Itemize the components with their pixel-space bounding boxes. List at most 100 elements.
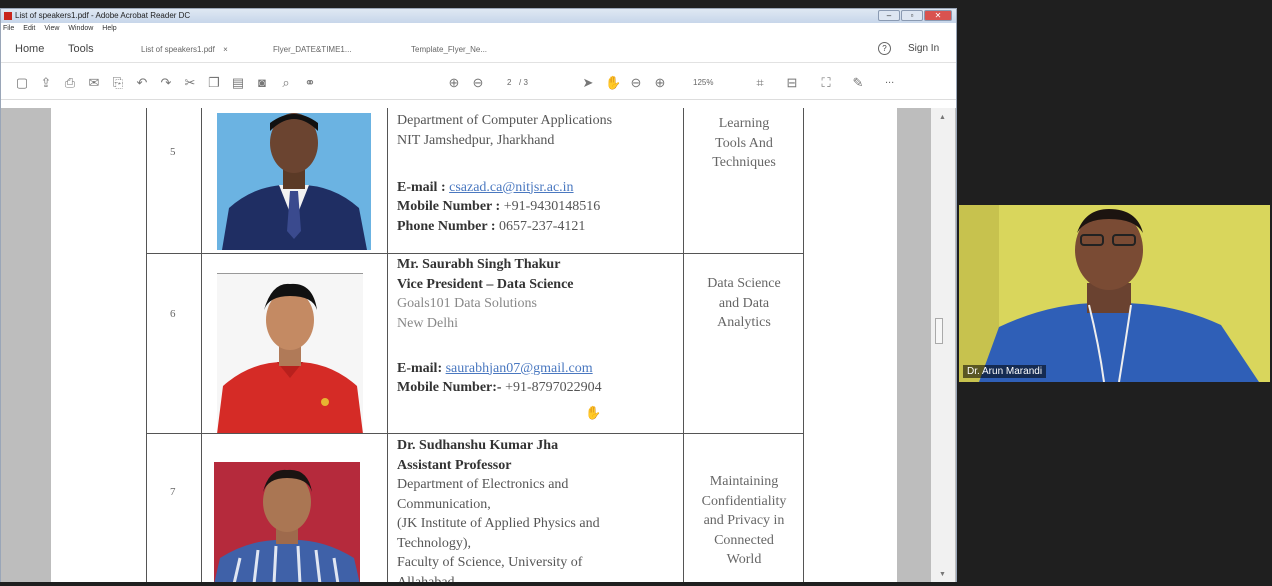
- info-line: Communication,: [397, 496, 491, 512]
- serial-number: 6: [170, 308, 176, 320]
- info-line: Technology),: [397, 535, 472, 551]
- speaker-info: Dr. Sudhanshu Kumar Jha Assistant Profes…: [397, 436, 687, 582]
- menu-bar: File Edit View Window Help: [1, 23, 956, 35]
- serial-number: 5: [170, 146, 176, 158]
- zoom-out-icon[interactable]: ⊖: [629, 76, 643, 89]
- topic-line: Tools And: [715, 135, 773, 151]
- create-pdf-icon[interactable]: ▢: [15, 76, 29, 89]
- full-screen-icon[interactable]: ⛶: [819, 76, 833, 89]
- tab-tools[interactable]: Tools: [68, 43, 94, 55]
- info-line: [397, 150, 687, 170]
- previous-page-icon[interactable]: ⊕: [447, 76, 461, 89]
- doc-tab-flyer-date[interactable]: Flyer_DATE&TIME1...: [273, 45, 352, 54]
- paste-icon[interactable]: ▤: [231, 76, 245, 89]
- menu-window[interactable]: Window: [68, 23, 93, 35]
- menu-edit[interactable]: Edit: [23, 23, 35, 35]
- export-icon[interactable]: ⎘: [111, 76, 125, 89]
- topic-cell: Maintaining Confidentiality and Privacy …: [687, 472, 801, 570]
- menu-help[interactable]: Help: [102, 23, 116, 35]
- redo-icon[interactable]: ↷: [159, 76, 173, 89]
- doc-tab-list-of-speakers[interactable]: List of speakers1.pdf ×: [141, 45, 228, 54]
- zoom-level-select[interactable]: 125%: [693, 78, 713, 87]
- info-line: NIT Jamshedpur, Jharkhand: [397, 132, 555, 148]
- mobile-label: Mobile Number :: [397, 199, 504, 214]
- table-border: [146, 433, 804, 434]
- menu-view[interactable]: View: [44, 23, 59, 35]
- upload-cloud-icon[interactable]: ⇪: [39, 76, 53, 89]
- table-border: [201, 108, 202, 582]
- scroll-up-arrow-icon[interactable]: ▲: [939, 114, 946, 121]
- speaker-info: Mr. Saurabh Singh Thakur Vice President …: [397, 255, 687, 398]
- select-cursor-icon[interactable]: ➤: [581, 76, 595, 89]
- participant-video-tile[interactable]: Dr. Arun Marandi: [959, 205, 1270, 382]
- fit-page-icon[interactable]: ⌗: [753, 76, 767, 89]
- pdf-page: 5 Department of Computer Applications NI: [51, 108, 897, 582]
- close-tab-icon[interactable]: ×: [223, 45, 228, 54]
- copy-icon[interactable]: ❐: [207, 76, 221, 89]
- speaker-designation: Vice President – Data Science: [397, 276, 574, 292]
- find-binoculars-icon[interactable]: ⚭: [303, 76, 317, 89]
- speaker-photo: [217, 113, 371, 250]
- menu-file[interactable]: File: [3, 23, 14, 35]
- info-line: Mobile Number:- +91-8797022904: [397, 378, 687, 398]
- topic-line: World: [726, 552, 762, 567]
- info-line: Department of Electronics and: [397, 477, 569, 492]
- maximize-button[interactable]: ▫: [901, 10, 923, 21]
- close-window-button[interactable]: ✕: [924, 10, 952, 21]
- mobile-value: +91-9430148516: [503, 199, 601, 214]
- topic-cell: Data Science and Data Analytics: [687, 274, 801, 333]
- vertical-scrollbar[interactable]: ▲ ▼: [931, 108, 955, 582]
- mobile-value: +91-8797022904: [505, 380, 602, 395]
- info-line: Goals101 Data Solutions: [397, 296, 537, 311]
- info-line: Faculty of Science, University of: [397, 555, 583, 570]
- participant-name-label: Dr. Arun Marandi: [963, 365, 1047, 378]
- help-icon[interactable]: ?: [878, 42, 891, 55]
- cut-icon[interactable]: ✂: [183, 76, 197, 89]
- comment-icon[interactable]: ✎: [851, 76, 865, 89]
- doc-tab-template-flyer[interactable]: Template_Flyer_Ne...: [411, 45, 487, 54]
- minimize-button[interactable]: –: [878, 10, 900, 21]
- window-title: List of speakers1.pdf - Adobe Acrobat Re…: [15, 11, 191, 20]
- tab-bar: Home Tools List of speakers1.pdf × Flyer…: [1, 35, 956, 63]
- search-icon[interactable]: ⌕: [279, 76, 293, 89]
- speaker-photo-image: [217, 274, 363, 433]
- phone-value: 0657-237-4121: [499, 218, 586, 234]
- table-border: [146, 108, 147, 582]
- page-total: / 3: [519, 78, 528, 87]
- topic-line: Connected: [714, 532, 774, 548]
- acrobat-window: List of speakers1.pdf - Adobe Acrobat Re…: [0, 8, 957, 582]
- email-link[interactable]: saurabhjan07@gmail.com: [446, 361, 593, 376]
- speaker-photo-image: [214, 462, 360, 582]
- more-tools-icon[interactable]: ...: [885, 74, 894, 86]
- info-line: New Delhi: [397, 315, 459, 331]
- serial-number: 7: [170, 486, 176, 498]
- info-line: Department of Computer Applications: [397, 113, 613, 128]
- topic-line: Data Science: [707, 276, 781, 291]
- speaker-info: Department of Computer Applications NIT …: [397, 111, 687, 236]
- info-line: Phone Number : 0657-237-4121: [397, 217, 687, 237]
- phone-label: Phone Number :: [397, 218, 500, 234]
- sign-in-link[interactable]: Sign In: [908, 43, 939, 54]
- topic-line: Analytics: [717, 315, 771, 330]
- scroll-down-arrow-icon[interactable]: ▼: [939, 571, 946, 578]
- info-line: Mobile Number : +91-9430148516: [397, 197, 687, 217]
- page-number-input[interactable]: 2: [507, 78, 511, 87]
- scroll-mode-icon[interactable]: ⊟: [785, 76, 799, 89]
- acrobat-app-icon: [4, 12, 12, 20]
- next-page-icon[interactable]: ⊖: [471, 76, 485, 89]
- hand-tool-icon[interactable]: ✋: [605, 76, 621, 89]
- topic-cell: Learning Tools And Techniques: [687, 114, 801, 173]
- side-panel-toggle[interactable]: [935, 318, 943, 344]
- email-icon[interactable]: ✉: [87, 76, 101, 89]
- info-line: Allahabad,: [397, 574, 459, 583]
- topic-line: Learning: [718, 116, 770, 131]
- info-line: (JK Institute of Applied Physics and: [397, 516, 600, 531]
- zoom-in-icon[interactable]: ⊕: [653, 76, 667, 89]
- print-icon[interactable]: ⎙: [63, 76, 77, 89]
- info-line: [397, 333, 687, 353]
- snapshot-icon[interactable]: ◙: [255, 76, 269, 89]
- document-area[interactable]: 5 Department of Computer Applications NI: [1, 108, 956, 582]
- undo-icon[interactable]: ↶: [135, 76, 149, 89]
- tab-home[interactable]: Home: [15, 43, 44, 55]
- email-link[interactable]: csazad.ca@nitjsr.ac.in: [449, 180, 573, 195]
